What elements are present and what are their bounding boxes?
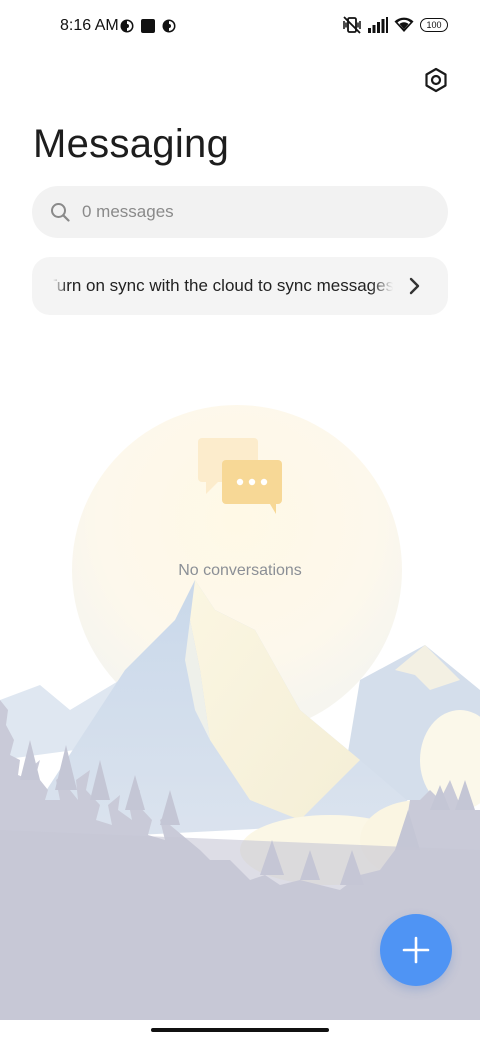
home-indicator[interactable]: [151, 1028, 329, 1032]
sync-banner-text: Turn on sync with the cloud to sync mess…: [53, 276, 393, 295]
notification-square-icon: [141, 19, 155, 33]
navigation-bar: [0, 1020, 480, 1040]
battery-level: 100: [426, 19, 442, 30]
messaging-screen: 8:16 AM 100 Messaging 0 messages Turn on…: [0, 0, 480, 1040]
notification-app-icon-2: [162, 19, 176, 33]
wifi-icon: [394, 17, 414, 32]
chat-bubbles-icon: [198, 438, 282, 514]
sync-banner[interactable]: Turn on sync with the cloud to sync mess…: [32, 257, 448, 315]
empty-state-text: No conversations: [178, 562, 302, 579]
vibrate-off-icon: [343, 16, 361, 34]
chevron-right-icon: [409, 277, 420, 295]
search-icon: [51, 203, 70, 222]
page-title: Messaging: [33, 122, 230, 166]
sync-banner-text-wrapper: Turn on sync with the cloud to sync mess…: [53, 257, 393, 315]
search-bar[interactable]: [32, 186, 448, 238]
plus-icon: [402, 936, 430, 964]
notification-app-icon: [120, 19, 134, 33]
signal-icon: [368, 17, 388, 33]
status-time: 8:16 AM: [60, 17, 119, 34]
system-icons: 100: [342, 16, 448, 34]
settings-hexagon-icon: [425, 67, 447, 93]
battery-icon: 100: [420, 18, 448, 32]
notification-icons: [120, 18, 176, 34]
search-input[interactable]: [82, 186, 422, 238]
new-conversation-button[interactable]: [380, 914, 452, 986]
status-bar: 8:16 AM 100: [0, 0, 480, 56]
settings-button[interactable]: [420, 64, 452, 96]
